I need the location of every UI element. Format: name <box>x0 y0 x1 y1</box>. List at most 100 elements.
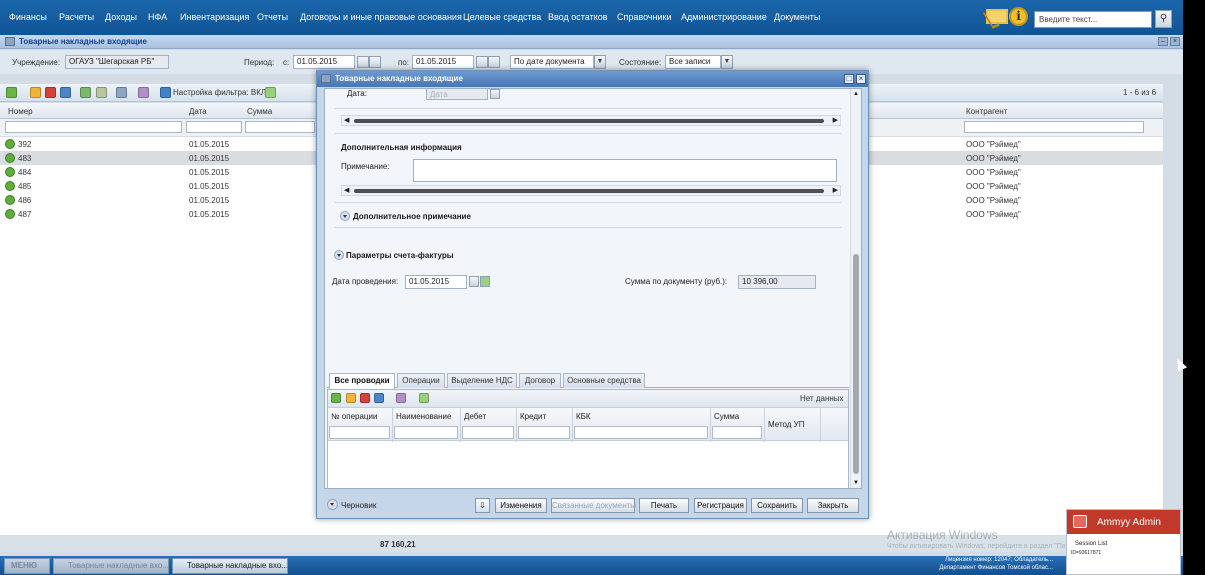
date-field[interactable]: Дата <box>426 89 488 100</box>
search-input[interactable]: Введите текст... <box>1034 11 1152 28</box>
calendar-icon[interactable] <box>469 276 479 287</box>
save-button[interactable]: Сохранить <box>751 498 803 513</box>
sum-filter-input[interactable] <box>245 121 315 133</box>
additional-note-toggle[interactable]: Дополнительное примечание <box>353 212 471 221</box>
row-date: 01.05.2015 <box>189 196 230 205</box>
menu-contracts[interactable]: Договоры и иные правовые основания <box>300 12 462 22</box>
windows-activation-watermark: Активация Windows <box>887 528 998 542</box>
grid-col-credit[interactable]: Кредит <box>517 408 573 442</box>
menu-nfa[interactable]: НФА <box>148 12 167 22</box>
menu-administration[interactable]: Администрирование <box>681 12 767 22</box>
filter-settings-label[interactable]: Настройка фильтра: ВКЛ <box>173 88 266 97</box>
period-from-field[interactable]: 01.05.2015 <box>293 55 355 69</box>
date-filter-input[interactable] <box>186 121 242 133</box>
menu-inventory[interactable]: Инвентаризация <box>180 12 249 22</box>
grid-col-debit[interactable]: Дебет <box>461 408 517 442</box>
info-icon[interactable]: i <box>1009 7 1028 26</box>
menu-reports[interactable]: Отчеты <box>257 12 288 22</box>
start-menu-button[interactable]: МЕНЮ <box>4 558 50 574</box>
tab-contract[interactable]: Договор <box>519 373 561 388</box>
menu-target-funds[interactable]: Целевые средства <box>463 12 541 22</box>
column-contractor[interactable]: Контрагент <box>966 107 1007 116</box>
grid-col-name[interactable]: Наименование <box>393 408 461 442</box>
print-button[interactable]: Печать <box>639 498 689 513</box>
edit-icon[interactable] <box>346 393 356 403</box>
calendar-icon[interactable] <box>357 56 369 68</box>
close-button[interactable]: Закрыть <box>807 498 859 513</box>
copy-icon[interactable] <box>374 393 384 403</box>
refresh-icon[interactable] <box>419 393 429 403</box>
chevron-down-icon[interactable]: ▼ <box>721 55 733 69</box>
vertical-scrollbar[interactable]: ▲ ▼ <box>850 89 861 488</box>
state-select[interactable]: Все записи <box>665 55 721 69</box>
grid-col-operation-no[interactable]: № операции <box>328 408 393 442</box>
copy-icon[interactable] <box>60 87 71 98</box>
clear-date-icon[interactable] <box>369 56 381 68</box>
institution-field[interactable]: ОГАУЗ "Шегарская РБ" <box>65 55 169 69</box>
note-textarea[interactable] <box>413 159 837 182</box>
menu-payments[interactable]: Расчеты <box>59 12 94 22</box>
settings-icon[interactable] <box>138 87 149 98</box>
expand-icon[interactable] <box>340 211 350 221</box>
refresh-icon[interactable] <box>265 87 276 98</box>
calendar-icon[interactable] <box>476 56 488 68</box>
edit-icon[interactable] <box>30 87 41 98</box>
grid-col-sum[interactable]: Сумма <box>711 408 765 442</box>
print-icon[interactable] <box>116 87 127 98</box>
close-icon[interactable]: × <box>1170 37 1180 46</box>
task-tab-active[interactable]: Товарные накладные вхо... <box>172 558 288 574</box>
date-mode-select[interactable]: По дате документа <box>510 55 594 69</box>
tab-fixed-assets[interactable]: Основные средства <box>563 373 645 388</box>
tab-operations[interactable]: Операции <box>397 373 445 388</box>
column-date[interactable]: Дата <box>189 107 207 116</box>
total-sum: 87 160,21 <box>380 540 416 549</box>
maximize-icon[interactable]: □ <box>844 74 854 84</box>
status-expand-icon[interactable] <box>327 499 338 510</box>
search-button[interactable]: ⚲ <box>1155 10 1172 28</box>
column-sum[interactable]: Сумма <box>247 107 272 116</box>
register-button[interactable]: Регистрация <box>694 498 747 513</box>
approve-icon[interactable] <box>80 87 91 98</box>
invoice-params-toggle[interactable]: Параметры счета-фактуры <box>346 251 454 260</box>
expand-icon[interactable] <box>334 250 344 260</box>
clear-date-icon[interactable] <box>480 276 490 287</box>
status-ok-icon <box>5 153 15 163</box>
delete-icon[interactable] <box>45 87 56 98</box>
menu-income[interactable]: Доходы <box>105 12 137 22</box>
changes-button[interactable]: Изменения <box>495 498 547 513</box>
menu-directories[interactable]: Справочники <box>617 12 672 22</box>
row-number: 486 <box>18 196 32 205</box>
menu-finance[interactable]: Финансы <box>9 12 47 22</box>
calendar-icon[interactable] <box>490 89 500 99</box>
scroll-thumb[interactable] <box>853 254 859 474</box>
grid-col-kbk[interactable]: КБК <box>573 408 711 442</box>
grid-col-method[interactable]: Метод УП <box>765 408 821 442</box>
close-icon[interactable]: × <box>856 74 866 84</box>
column-number[interactable]: Номер <box>8 107 33 116</box>
from-label: с: <box>283 58 290 67</box>
chevron-down-icon[interactable]: ▼ <box>594 55 606 69</box>
ammyy-session-list[interactable]: Session List <box>1075 541 1107 547</box>
task-tab[interactable]: Товарные накладные вхо... <box>53 558 169 574</box>
export-icon[interactable]: ⇩ <box>475 498 490 513</box>
menu-balances[interactable]: Ввод остатков <box>548 12 608 22</box>
tab-vat[interactable]: Выделение НДС <box>447 373 517 388</box>
period-to-field[interactable]: 01.05.2015 <box>412 55 474 69</box>
number-filter-input[interactable] <box>5 121 182 133</box>
tab-all-entries[interactable]: Все проводки <box>329 373 395 389</box>
mail-icon[interactable] <box>986 9 1008 24</box>
unapprove-icon[interactable] <box>96 87 107 98</box>
add-icon[interactable] <box>331 393 341 403</box>
settings-icon[interactable] <box>396 393 406 403</box>
linked-docs-button: Связанные документы <box>551 498 636 513</box>
posting-date-field[interactable]: 01.05.2015 <box>405 275 467 289</box>
delete-icon[interactable] <box>360 393 370 403</box>
add-icon[interactable] <box>6 87 17 98</box>
contractor-filter-input[interactable] <box>964 121 1144 133</box>
filter-icon[interactable] <box>160 87 171 98</box>
minimize-icon[interactable]: – <box>1158 37 1168 46</box>
menu-documents[interactable]: Документы <box>774 12 820 22</box>
clear-date-icon[interactable] <box>488 56 500 68</box>
horizontal-scrollbar[interactable]: ◀ ▶ <box>341 115 841 126</box>
horizontal-scrollbar[interactable]: ◀ ▶ <box>341 185 841 196</box>
